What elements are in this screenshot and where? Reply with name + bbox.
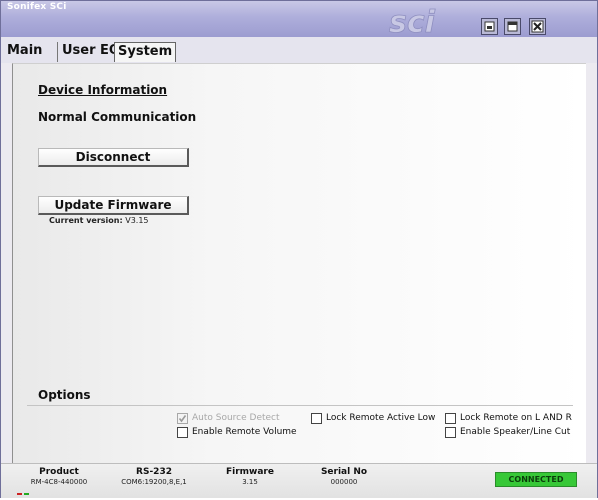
tx-led-icon (17, 493, 22, 495)
checkbox-box (311, 413, 322, 424)
options-heading: Options (38, 388, 91, 402)
checkbox-label: Enable Remote Volume (192, 427, 297, 437)
connection-status-badge: CONNECTED (495, 472, 577, 487)
tab-system[interactable]: System (114, 42, 177, 62)
firmware-value: 3.15 (242, 478, 258, 486)
serial-label: Serial No (320, 467, 368, 477)
tab-bar: Main User EQ System (1, 37, 597, 63)
close-button[interactable] (529, 18, 546, 35)
sci-logo: sci (389, 7, 436, 37)
tab-user-eq[interactable]: User EQ (57, 42, 120, 62)
product-label: Product (39, 467, 79, 477)
product-value: RM-4C8-440000 (30, 478, 88, 486)
rs232-label: RS-232 (136, 467, 172, 477)
app-window: Sonifex SCi sci Main User EQ System Devi… (0, 0, 598, 498)
serial-value: 000000 (330, 478, 358, 486)
disconnect-button[interactable]: Disconnect (38, 148, 189, 167)
minimize-icon (484, 21, 495, 32)
window-title: Sonifex SCi (7, 2, 67, 12)
checkbox-label: Auto Source Detect (192, 413, 280, 423)
checkmark-icon (178, 415, 187, 423)
checkbox-box (177, 427, 188, 438)
checkbox-box (445, 427, 456, 438)
status-bar: Product RM-4C8-440000 RS-232 COM6:19200,… (1, 463, 597, 498)
close-icon (531, 20, 544, 33)
update-firmware-button[interactable]: Update Firmware (38, 196, 189, 215)
current-version: Current version: V3.15 (49, 216, 149, 225)
rx-led-icon (24, 493, 29, 495)
maximize-icon (507, 21, 518, 32)
svg-text:sci: sci (389, 7, 436, 37)
minimize-button[interactable] (481, 18, 498, 35)
checkbox-box (445, 413, 456, 424)
product-status: Product RM-4C8-440000 (23, 467, 95, 486)
rs232-value: COM6:19200,8,E,1 (121, 478, 187, 486)
tab-main[interactable]: Main (7, 42, 42, 62)
current-version-value: V3.15 (125, 216, 149, 225)
checkbox-label: Lock Remote Active Low (326, 413, 436, 423)
options-divider (27, 405, 573, 406)
firmware-label: Firmware (226, 467, 274, 477)
maximize-button[interactable] (504, 18, 521, 35)
firmware-status: Firmware 3.15 (219, 467, 281, 486)
serial-status: Serial No 000000 (313, 467, 375, 486)
checkbox-box (177, 413, 188, 424)
rs232-status: RS-232 COM6:19200,8,E,1 (109, 467, 199, 486)
current-version-label: Current version: (49, 216, 123, 225)
title-bar[interactable]: Sonifex SCi sci (1, 1, 597, 37)
checkbox-label: Lock Remote on L AND R (460, 413, 572, 423)
checkbox-label: Enable Speaker/Line Cut (460, 427, 571, 437)
communication-status: Normal Communication (38, 110, 197, 124)
device-information-heading: Device Information (38, 83, 168, 97)
